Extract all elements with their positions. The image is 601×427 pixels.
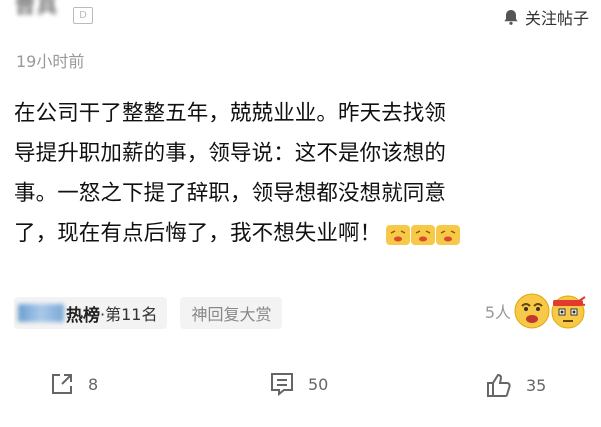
award-tag[interactable]: 神回复大赏 bbox=[180, 297, 283, 329]
post-line: 了，现在有点后悔了，我不想失业啊！ bbox=[14, 221, 382, 246]
ninja-emoji-icon bbox=[551, 295, 586, 329]
like-button[interactable]: 35 bbox=[484, 370, 546, 400]
post-line: 事。一怒之下提了辞职，领导想都没想就同意 bbox=[14, 181, 447, 206]
follow-label: 关注帖子 bbox=[524, 9, 589, 28]
post-line: 导提升职加薪的事，领导说：这不是你该想的 bbox=[14, 141, 447, 166]
upset-emoji-icon bbox=[410, 220, 436, 245]
thumbs-up-icon bbox=[487, 373, 511, 397]
tag-row: 热榜 ·第11名 神回复大赏 bbox=[14, 296, 283, 330]
post-line: 在公司干了整整五年，兢兢业业。昨天去找领 bbox=[14, 101, 447, 126]
follow-post-button[interactable]: 关注帖子 bbox=[502, 5, 589, 29]
hot-list-rank: ·第11名 bbox=[100, 305, 158, 324]
upset-emoji-icon bbox=[435, 220, 461, 245]
like-count: 35 bbox=[526, 375, 547, 395]
share-count: 8 bbox=[88, 374, 99, 394]
reactions[interactable]: 5人 bbox=[485, 292, 587, 330]
action-bar: 8 50 35 bbox=[0, 370, 601, 404]
hot-list-name: 热榜 bbox=[66, 305, 100, 326]
crying-emoji-icon bbox=[514, 293, 550, 329]
post-header: 曹真 D 关注帖子 bbox=[0, 0, 601, 40]
comment-button[interactable]: 50 bbox=[268, 370, 328, 398]
emoji-group bbox=[385, 220, 461, 245]
bell-icon bbox=[504, 10, 518, 25]
comment-icon bbox=[271, 373, 293, 397]
upset-emoji-icon bbox=[385, 220, 411, 245]
post-line-last: 了，现在有点后悔了，我不想失业啊！ bbox=[14, 214, 599, 254]
blurred-region bbox=[18, 304, 64, 322]
hot-list-tag[interactable]: 热榜 ·第11名 bbox=[14, 297, 168, 329]
post-body: 在公司干了整整五年，兢兢业业。昨天去找领 导提升职加薪的事，领导说：这不是你该想… bbox=[14, 94, 599, 254]
reaction-count: 5人 bbox=[484, 303, 511, 322]
post-time: 19小时前 bbox=[16, 52, 85, 71]
user-badge-icon: D bbox=[73, 7, 93, 24]
username[interactable]: 曹真 bbox=[14, 0, 58, 20]
share-icon bbox=[52, 374, 72, 394]
comment-count: 50 bbox=[308, 374, 329, 394]
share-button[interactable]: 8 bbox=[48, 370, 98, 398]
